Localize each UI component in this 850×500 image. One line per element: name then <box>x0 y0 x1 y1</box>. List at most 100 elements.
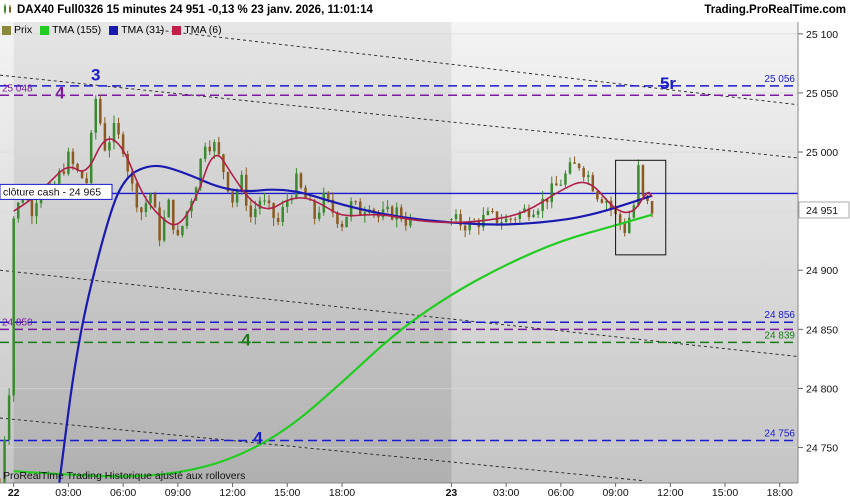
candle-body <box>322 192 326 213</box>
candle-body <box>514 218 517 220</box>
close-label: clôture cash - 24 965 <box>3 186 101 198</box>
candle-body <box>600 199 604 203</box>
candle-body <box>559 184 563 186</box>
candle-body <box>345 216 348 228</box>
footer-note: ProRealTime Trading Historique ajusté au… <box>3 470 245 482</box>
legend-item-tma6[interactable]: TMA (6) <box>172 23 222 37</box>
candle-body <box>176 229 180 236</box>
candle-body <box>295 173 298 198</box>
candle-body <box>641 165 645 196</box>
candle-body <box>16 202 20 219</box>
candle-body <box>153 193 157 208</box>
candle-body <box>550 183 554 203</box>
legend-swatch <box>109 25 119 35</box>
candle-body <box>495 211 499 224</box>
candle-body <box>12 218 15 396</box>
candle-body <box>532 214 535 218</box>
candle-body <box>623 223 626 233</box>
wave-marker: 5r <box>660 74 676 93</box>
candle-body <box>217 142 221 155</box>
candle-body <box>536 210 540 215</box>
candle-body <box>596 191 599 200</box>
legend-item-tma155[interactable]: TMA (155) <box>40 23 101 37</box>
price-chart[interactable]: 25 056 25 048 clôture cash - 24 965 24 856 2… <box>0 0 850 500</box>
candle-body <box>486 211 490 215</box>
candle-body <box>327 192 330 200</box>
candle-body <box>67 151 70 174</box>
wave-label: 3 <box>91 66 100 85</box>
candle-body <box>577 163 581 169</box>
candle-body <box>276 218 280 223</box>
x-tick-label: 03:00 <box>493 487 519 499</box>
candle-body <box>135 183 139 208</box>
candle-body <box>7 395 11 440</box>
candle-body <box>263 200 266 202</box>
candle-body <box>231 191 234 203</box>
legend-item-tma31[interactable]: TMA (31) <box>109 23 164 37</box>
legend-label: Prix <box>14 24 33 36</box>
candle-body <box>313 200 316 219</box>
candle-body <box>450 219 453 221</box>
legend-item-prix[interactable]: Prix <box>2 23 32 37</box>
candle-body <box>390 206 394 220</box>
y-tick-label: 24 800 <box>806 383 838 395</box>
candle-body <box>650 200 654 214</box>
level-price-label: 24 756 <box>764 428 795 439</box>
candle-body <box>158 207 161 241</box>
x-tick-label: 12:00 <box>219 487 245 499</box>
x-tick-label: 06:00 <box>110 487 136 499</box>
candle-body <box>208 146 212 152</box>
candle-body <box>504 218 508 223</box>
candle-body <box>349 201 353 217</box>
candle-body <box>555 183 558 186</box>
candle-body <box>71 151 75 164</box>
candle-body <box>463 225 467 231</box>
candle-body <box>564 173 567 185</box>
legend-label: TMA (155) <box>52 24 102 36</box>
candle-body <box>618 214 622 224</box>
legend-label: TMA (31) <box>121 24 165 36</box>
candle-body <box>568 162 572 174</box>
y-tick-label: 25 100 <box>806 29 838 41</box>
level-price-label: 25 048 <box>2 83 33 94</box>
candle-body <box>299 173 303 188</box>
candle-body <box>167 199 170 218</box>
candle-body <box>30 200 34 217</box>
candle-body <box>509 218 512 220</box>
y-tick-label: 24 750 <box>806 443 838 455</box>
candle-body <box>491 211 494 213</box>
candle-body <box>108 142 111 151</box>
candle-body <box>203 146 207 159</box>
candle-body <box>454 214 458 220</box>
candle-body <box>281 206 284 223</box>
y-tick-label: 24 900 <box>806 265 838 277</box>
level-price-label: 24 850 <box>2 317 33 328</box>
y-tick-label: 25 000 <box>806 147 838 159</box>
candle-body <box>409 219 412 226</box>
x-tick-label: 15:00 <box>274 487 300 499</box>
candle-body <box>386 206 389 210</box>
y-tick-label: 24 850 <box>806 324 838 336</box>
candle-body <box>213 142 216 152</box>
wave-marker: 4 <box>241 330 251 349</box>
candle-body <box>500 222 503 224</box>
candle-body <box>85 178 88 184</box>
legend-swatch <box>172 25 182 35</box>
x-tick-label: 12:00 <box>657 487 683 499</box>
candle-body <box>272 203 275 219</box>
y-tick-label: 25 050 <box>806 88 838 100</box>
candle-body <box>144 202 148 213</box>
level-price-label: 24 839 <box>764 330 795 341</box>
candle-body <box>632 205 636 218</box>
candle-body <box>35 203 38 217</box>
candle-body <box>254 208 257 218</box>
x-tick-label: 03:00 <box>55 487 81 499</box>
candle-body <box>103 123 107 151</box>
level-price-label: 25 056 <box>764 74 795 85</box>
chart-legend: Prix TMA (155) TMA (31) TMA (6) <box>2 23 222 37</box>
candle-body <box>591 175 595 192</box>
candle-body <box>99 98 102 124</box>
candle-body <box>62 171 66 174</box>
candle-body <box>235 191 239 203</box>
legend-swatch <box>2 25 11 35</box>
